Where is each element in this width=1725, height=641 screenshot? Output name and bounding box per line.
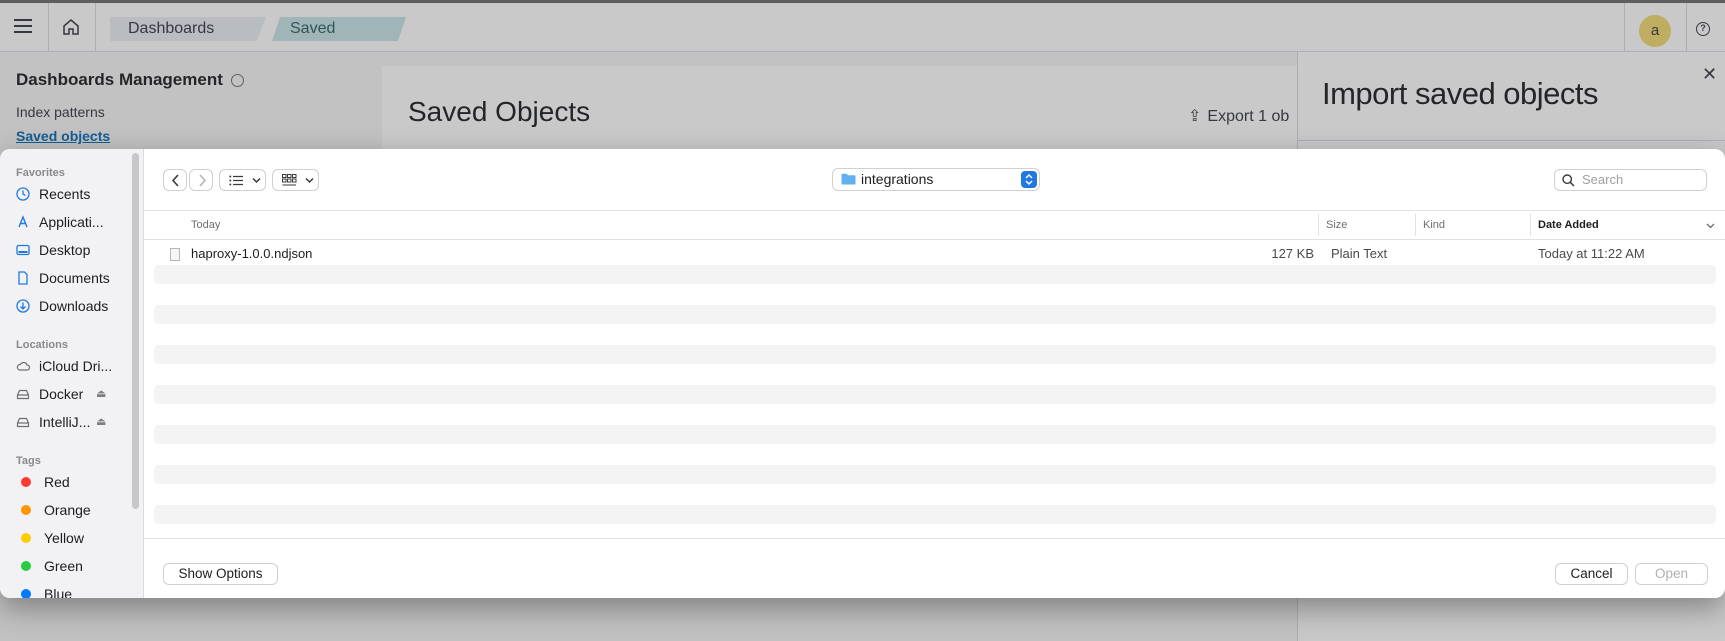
list-icon — [229, 175, 243, 186]
sidebar-item-label: Orange — [44, 502, 91, 518]
location-popup[interactable]: integrations — [832, 168, 1040, 191]
dialog-footer: Show Options Cancel Open — [144, 538, 1725, 598]
tag-dot-icon — [21, 533, 31, 543]
sidebar-item-icloud[interactable]: iCloud Dri... — [16, 355, 131, 377]
sidebar-item-label: Blue — [44, 586, 73, 598]
chevron-down-icon — [252, 177, 261, 184]
sidebar-item-label: Green — [44, 558, 83, 574]
file-name: haproxy-1.0.0.ndjson — [191, 246, 313, 261]
location-label: integrations — [861, 171, 934, 187]
dialog-sidebar: Favorites Recents Applicati... Desktop D… — [0, 149, 144, 598]
desktop-icon — [16, 244, 30, 256]
applications-icon — [18, 215, 28, 228]
cancel-button[interactable]: Cancel — [1555, 563, 1628, 585]
sidebar-heading-locations: Locations — [16, 339, 68, 351]
disk-icon — [16, 417, 30, 428]
tag-dot-icon — [21, 589, 31, 598]
column-divider[interactable] — [1415, 214, 1416, 236]
document-icon — [18, 271, 28, 285]
chevron-right-icon — [199, 174, 207, 187]
tag-dot-icon — [21, 561, 31, 571]
file-open-dialog: Favorites Recents Applicati... Desktop D… — [0, 149, 1725, 598]
column-divider[interactable] — [1318, 214, 1319, 236]
updown-chevron-icon — [1021, 171, 1037, 188]
tag-dot-icon — [21, 505, 31, 515]
file-date-added: Today at 11:22 AM — [1538, 246, 1645, 261]
forward-button[interactable] — [189, 169, 213, 191]
back-button[interactable] — [163, 169, 187, 191]
empty-row-stripe — [154, 265, 1716, 284]
sidebar-item-label: Recents — [39, 186, 91, 202]
folder-icon — [841, 173, 856, 185]
column-size[interactable]: Size — [1326, 219, 1347, 231]
file-size: 127 KB — [1271, 246, 1314, 261]
sidebar-item-label: Desktop — [39, 242, 91, 258]
column-date-added[interactable]: Date Added — [1538, 219, 1599, 231]
sidebar-item-label: Yellow — [44, 530, 84, 546]
sidebar-tag-blue[interactable]: Blue — [16, 583, 131, 598]
sidebar-scrollbar[interactable] — [132, 153, 139, 509]
download-icon — [16, 299, 30, 313]
sort-chevron-down-icon — [1706, 223, 1715, 229]
group-view-button[interactable] — [272, 169, 319, 191]
empty-row-stripe — [154, 425, 1716, 444]
empty-row-stripe — [154, 305, 1716, 324]
search-field[interactable]: Search — [1554, 169, 1707, 191]
clock-icon — [16, 187, 30, 201]
empty-row-stripe — [154, 345, 1716, 364]
list-view-button[interactable] — [219, 169, 266, 191]
sidebar-item-label: Downloads — [39, 298, 109, 314]
empty-row-stripe — [154, 505, 1716, 524]
column-divider[interactable] — [1530, 214, 1531, 236]
sidebar-tag-red[interactable]: Red — [16, 471, 131, 493]
sidebar-heading-tags: Tags — [16, 455, 41, 467]
sidebar-tag-orange[interactable]: Orange — [16, 499, 131, 521]
text-file-icon — [170, 248, 180, 261]
sidebar-tag-green[interactable]: Green — [16, 555, 131, 577]
sidebar-item-label: Docker — [39, 386, 84, 402]
sidebar-item-desktop[interactable]: Desktop — [16, 239, 131, 261]
empty-row-stripe — [154, 465, 1716, 484]
chevron-left-icon — [171, 174, 179, 187]
dialog-toolbar: integrations Search — [144, 149, 1725, 211]
sidebar-tag-yellow[interactable]: Yellow — [16, 527, 131, 549]
grid-icon — [282, 174, 297, 186]
disk-icon — [16, 389, 30, 400]
sidebar-item-label: Documents — [39, 270, 110, 286]
cloud-icon — [16, 361, 30, 371]
sidebar-item-applications[interactable]: Applicati... — [16, 211, 131, 233]
eject-icon[interactable]: ⏏ — [96, 383, 106, 405]
sidebar-heading-favorites: Favorites — [16, 167, 65, 179]
column-kind[interactable]: Kind — [1423, 219, 1445, 231]
eject-icon[interactable]: ⏏ — [96, 411, 106, 433]
sidebar-item-intellij[interactable]: IntelliJ... ⏏ — [16, 411, 131, 433]
open-button[interactable]: Open — [1635, 563, 1708, 585]
show-options-button[interactable]: Show Options — [163, 563, 278, 585]
file-kind: Plain Text — [1331, 246, 1388, 261]
sidebar-item-documents[interactable]: Documents — [16, 267, 131, 289]
tag-dot-icon — [21, 477, 31, 487]
sidebar-item-label: iCloud Dri... — [39, 358, 113, 374]
sidebar-item-recents[interactable]: Recents — [16, 183, 131, 205]
sidebar-item-docker[interactable]: Docker ⏏ — [16, 383, 131, 405]
sidebar-item-label: IntelliJ... — [39, 414, 91, 430]
search-icon — [1562, 174, 1575, 187]
file-row[interactable]: haproxy-1.0.0.ndjson 127 KB Plain Text T… — [154, 243, 1716, 265]
chevron-down-icon — [305, 177, 314, 184]
sidebar-item-label: Applicati... — [39, 214, 104, 230]
empty-row-stripe — [154, 385, 1716, 404]
file-list: haproxy-1.0.0.ndjson 127 KB Plain Text T… — [144, 240, 1725, 538]
column-name[interactable]: Today — [191, 219, 220, 231]
sidebar-item-downloads[interactable]: Downloads — [16, 295, 131, 317]
sidebar-item-label: Red — [44, 474, 70, 490]
column-header: Today Size Kind Date Added — [144, 211, 1725, 240]
search-placeholder: Search — [1582, 172, 1624, 187]
